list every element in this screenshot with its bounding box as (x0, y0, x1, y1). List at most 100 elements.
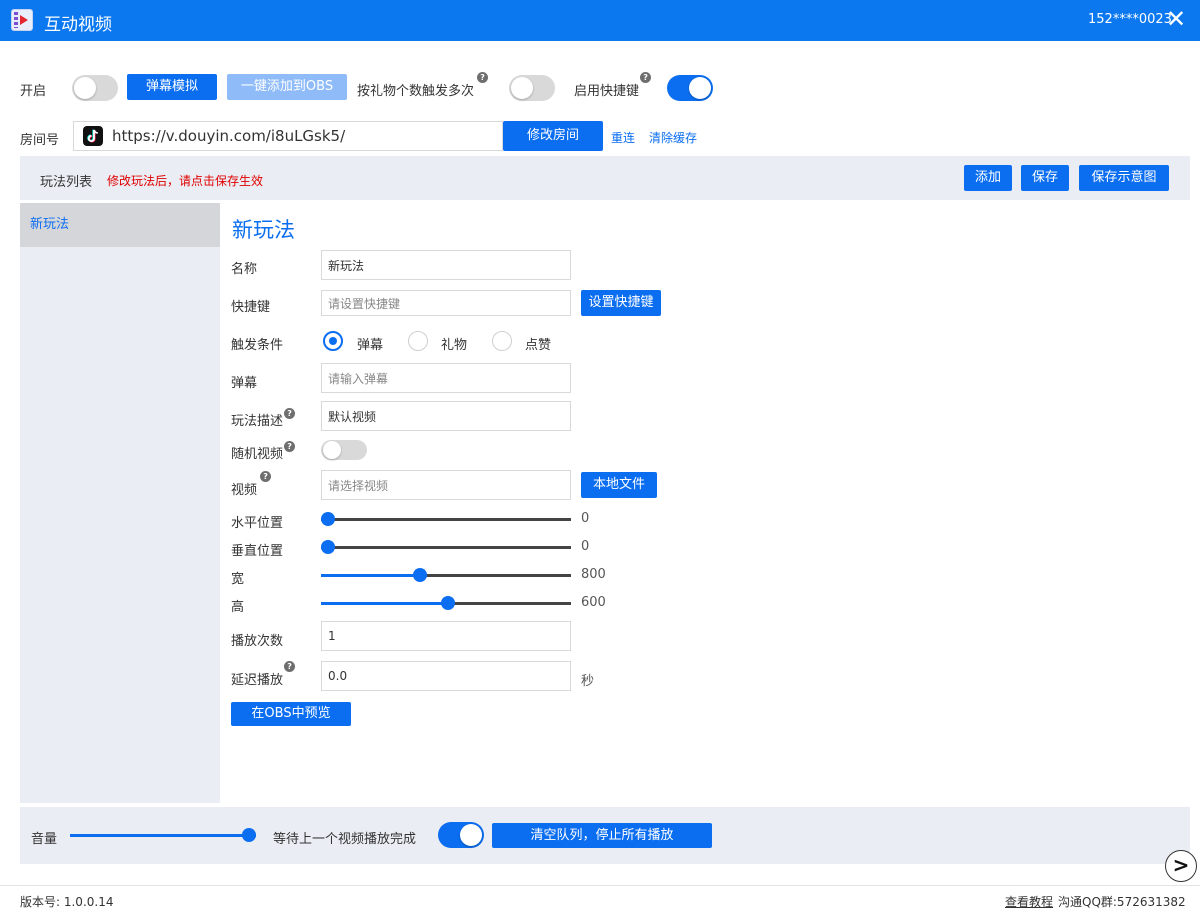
width-slider[interactable] (321, 568, 571, 582)
trigger-like-label: 点赞 (525, 338, 552, 353)
trigger-danmu-radio[interactable] (323, 331, 343, 351)
slider-thumb[interactable] (321, 512, 335, 526)
height-value: 600 (581, 595, 606, 610)
hotkey-enable-text: 启用快捷键 (574, 84, 640, 99)
delay-label-text: 延迟播放 (231, 673, 284, 688)
footer-divider (0, 885, 1200, 886)
help-icon[interactable]: ? (284, 408, 296, 419)
next-arrow-button[interactable]: > (1165, 850, 1197, 882)
qq-group-label: 沟通QQ群:572631382 (1058, 895, 1186, 909)
hotkey-label: 快捷键 (231, 300, 271, 315)
danmu-input[interactable]: 请输入弹幕 (321, 363, 571, 393)
toggle-knob (323, 441, 341, 459)
play-list-header: 玩法列表 修改玩法后，请点击保存生效 添加 保存 保存示意图 (20, 156, 1190, 200)
close-icon[interactable]: ✕ (1166, 6, 1186, 32)
toggle-knob (689, 77, 711, 99)
slider-thumb[interactable] (413, 568, 427, 582)
height-label: 高 (231, 600, 245, 615)
slider-fill (70, 834, 256, 837)
sidebar-item-new-play[interactable]: 新玩法 (20, 203, 220, 247)
random-label-text: 随机视频 (231, 447, 284, 462)
v-pos-value: 0 (581, 539, 590, 554)
room-url-text: https://v.douyin.com/i8uLGsk5/ (112, 127, 346, 145)
desc-label-text: 玩法描述 (231, 414, 284, 429)
delay-label: 延迟播放? (231, 661, 296, 688)
delay-input[interactable]: 0.0 (321, 661, 571, 691)
room-url-input[interactable]: https://v.douyin.com/i8uLGsk5/ (73, 121, 503, 151)
trigger-label: 触发条件 (231, 338, 284, 353)
danmu-simulate-button[interactable]: 弹幕模拟 (127, 74, 217, 100)
window-title: 互动视频 (44, 15, 112, 35)
toggle-knob (74, 77, 96, 99)
v-pos-label: 垂直位置 (231, 544, 284, 559)
save-diagram-button[interactable]: 保存示意图 (1079, 165, 1169, 191)
delay-unit: 秒 (581, 674, 595, 689)
height-slider[interactable] (321, 596, 571, 610)
gift-trigger-toggle[interactable] (509, 75, 555, 101)
enable-toggle[interactable] (72, 75, 118, 101)
video-label: 视频? (231, 471, 272, 498)
gift-trigger-text: 按礼物个数触发多次 (357, 84, 475, 99)
obs-preview-button[interactable]: 在OBS中预览 (231, 702, 351, 726)
clear-queue-button[interactable]: 清空队列，停止所有播放 (492, 823, 712, 848)
trigger-gift-radio[interactable] (408, 331, 428, 351)
local-file-button[interactable]: 本地文件 (581, 472, 657, 498)
title-bar: 互动视频 152****0023 ✕ (0, 0, 1200, 41)
trigger-danmu-label: 弹幕 (357, 338, 384, 353)
form-heading: 新玩法 (232, 218, 295, 242)
toggle-knob (511, 77, 533, 99)
wait-previous-toggle[interactable] (438, 822, 484, 848)
name-label: 名称 (231, 262, 258, 277)
tiktok-icon (83, 126, 103, 146)
app-logo-icon (11, 9, 33, 31)
h-pos-slider[interactable] (321, 512, 571, 526)
video-input[interactable]: 请选择视频 (321, 470, 571, 500)
volume-label: 音量 (31, 832, 58, 847)
hotkey-enable-label: 启用快捷键? (574, 72, 652, 99)
slider-fill (321, 602, 448, 605)
help-icon[interactable]: ? (284, 441, 296, 452)
clear-cache-link[interactable]: 清除缓存 (649, 129, 697, 146)
wait-previous-label: 等待上一个视频播放完成 (273, 832, 417, 847)
hotkey-enable-toggle[interactable] (667, 75, 713, 101)
play-list-warning: 修改玩法后，请点击保存生效 (107, 174, 264, 188)
h-pos-value: 0 (581, 511, 590, 526)
v-pos-slider[interactable] (321, 540, 571, 554)
width-label: 宽 (231, 572, 245, 587)
volume-slider[interactable] (70, 828, 256, 842)
help-icon[interactable]: ? (477, 72, 489, 83)
save-button[interactable]: 保存 (1021, 165, 1069, 191)
random-video-toggle[interactable] (321, 440, 367, 460)
room-label: 房间号 (20, 133, 60, 148)
modify-room-button[interactable]: 修改房间 (503, 121, 603, 151)
play-count-input[interactable]: 1 (321, 621, 571, 651)
play-count-label: 播放次数 (231, 634, 284, 649)
tutorial-link[interactable]: 查看教程 (1005, 893, 1053, 910)
desc-label: 玩法描述? (231, 408, 296, 429)
toggle-knob (460, 824, 482, 846)
desc-input[interactable]: 默认视频 (321, 401, 571, 431)
playback-bar: 音量 等待上一个视频播放完成 清空队列，停止所有播放 (20, 807, 1190, 864)
set-hotkey-button[interactable]: 设置快捷键 (581, 290, 661, 316)
trigger-like-radio[interactable] (492, 331, 512, 351)
hotkey-input[interactable]: 请设置快捷键 (321, 290, 571, 316)
width-value: 800 (581, 567, 606, 582)
account-number: 152****0023 (1088, 12, 1172, 27)
help-icon[interactable]: ? (284, 661, 296, 672)
add-button[interactable]: 添加 (964, 165, 1012, 191)
video-label-text: 视频 (231, 483, 258, 498)
reconnect-link[interactable]: 重连 (611, 129, 635, 146)
trigger-gift-label: 礼物 (441, 338, 468, 353)
version-label: 版本号: 1.0.0.14 (20, 895, 114, 909)
help-icon[interactable]: ? (640, 72, 652, 83)
slider-thumb[interactable] (321, 540, 335, 554)
gift-trigger-label: 按礼物个数触发多次? (357, 72, 489, 99)
slider-thumb[interactable] (441, 596, 455, 610)
danmu-label: 弹幕 (231, 376, 258, 391)
name-input[interactable]: 新玩法 (321, 250, 571, 280)
play-list-title: 玩法列表 (40, 175, 93, 190)
slider-thumb[interactable] (242, 828, 256, 842)
help-icon[interactable]: ? (260, 471, 272, 482)
random-label: 随机视频? (231, 441, 296, 462)
add-to-obs-button[interactable]: 一键添加到OBS (227, 74, 347, 100)
